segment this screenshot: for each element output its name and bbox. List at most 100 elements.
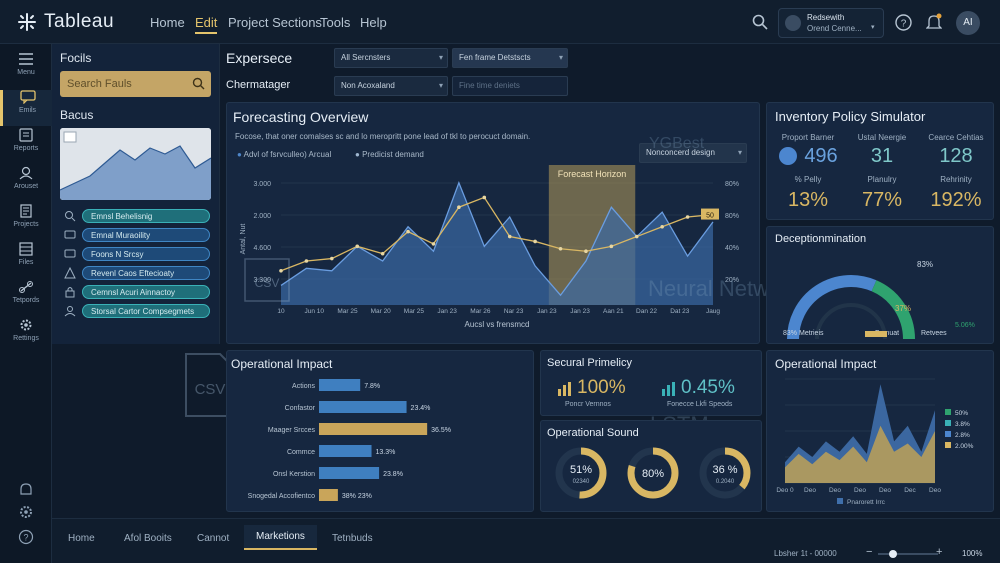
gauge-chart: 83%37%83% Metrieis Fronuat Retvees5.06% [783,260,975,340]
rail-label-menu: Menu [17,69,35,76]
gauge-label: 83% [917,260,933,269]
help-circle-icon[interactable]: ? [18,529,34,545]
rail-reports[interactable]: Reports [0,128,52,164]
rail-arouset[interactable]: Arouset [0,166,52,202]
filter-pill[interactable]: Storsal Cartor Compsegmets [82,304,210,318]
zoom-slider-handle[interactable] [889,550,897,558]
thumbnail-area-chart [60,128,211,200]
dropdown-acoxaland[interactable]: Non Acoxaland ▾ [334,76,448,96]
zoom-out-icon[interactable]: − [866,546,872,558]
predicted-point [279,268,283,273]
chat-icon [64,248,76,260]
notification-icon[interactable] [18,482,34,498]
rail-settings[interactable]: Rettings [0,318,52,354]
nav-home[interactable]: Home [150,15,185,30]
account-line1: Redsewith [807,13,845,22]
predicted-point [406,229,410,234]
filter-pill[interactable]: Emnsl Behelisnig [82,209,210,223]
rail-label-files: Files [18,259,34,266]
impact2-title: Operational Impact [775,357,877,371]
bar [319,379,361,391]
thumbnail-chart[interactable] [60,128,211,200]
nav-help[interactable]: Help [360,15,387,30]
bar [319,467,380,479]
csv-label: CSV [195,381,226,398]
predicted-point [355,244,360,249]
dropdown-deniets[interactable]: Fine time deniets [452,76,568,96]
toolbar-label-2: Chermatager [226,79,291,91]
nav-tools[interactable]: Tools [320,15,350,30]
bell-icon[interactable] [926,13,942,31]
filter-pill[interactable]: Revenl Caos Eftecioaty [82,266,210,280]
sound-panel: Operational Sound 51% 02340 80% 36 % 0.2040 [540,420,762,512]
account-switcher[interactable]: Redsewith Orend Cenne... ▾ [778,8,884,38]
svg-text:?: ? [23,533,28,543]
chevron-down-icon: ▾ [558,53,563,62]
legend-label: 2.8% [955,432,970,439]
settings-icon[interactable] [18,504,34,520]
donut-sub: 02340 [573,479,590,485]
x-tick: Deo 0 [776,487,794,494]
predicted-point [533,239,537,244]
legend-predicted-label: Predicist demand [362,150,424,159]
bar-category: Snogedal Accofientco [248,493,315,500]
y-tick-right: 80% [725,213,739,220]
dropdown-sercnsters[interactable]: All Sercnsters ▾ [334,48,448,68]
primacy-value-2: 0.45% [681,377,735,398]
tab-marketions[interactable]: Marketions [244,525,317,550]
x-tick: Mar 25 [404,308,425,315]
user-avatar[interactable]: AI [956,11,980,35]
nav-edit[interactable]: Edit [195,15,218,34]
y-tick-right: 40% [725,245,739,252]
predicted-point [304,259,309,263]
filter-pill[interactable]: Emnal Muraoility [82,228,210,242]
legend-dot: ● [355,150,363,159]
zoom-slider[interactable] [878,550,938,558]
chevron-down-icon: ▾ [438,81,443,90]
forecasting-panel: Forecasting Overview Focose, that oner c… [226,102,760,344]
kpi-label: Planulry [867,175,897,184]
search-icon[interactable] [752,14,768,30]
rail-tetpords[interactable]: Tetpords [0,280,52,316]
tab-home[interactable]: Home [68,533,95,544]
y-tick-left: 3.000 [253,181,271,188]
gauge-label: 83% [783,330,797,337]
x-tick: Jaug [706,308,720,315]
x-tick: Jan 23 [570,308,590,315]
x-tick: Deo [829,487,841,494]
tab-cannot[interactable]: Cannot [197,533,229,544]
tab-tetnbuds[interactable]: Tetnbuds [332,533,373,544]
left-rail: Menu Emils Reports Arouset Projects File… [0,44,52,563]
legend-swatch [945,420,951,426]
gauge-label: Retvees [921,330,947,337]
chevron-down-icon: ▾ [438,53,443,62]
footer-swatch [837,498,843,504]
nav-project-sections[interactable]: Project Sections [228,15,322,30]
x-tick: Jan 23 [537,308,557,315]
donut-value: 80% [642,468,664,480]
chart-bars-icon [558,382,571,396]
rail-emils[interactable]: Emils [0,90,52,126]
x-tick: Jun 10 [304,308,324,315]
rail-menu[interactable]: Menu [0,52,52,88]
tab-afol-booits[interactable]: Afol Booits [124,533,172,544]
kpi-label: Proport Barner [781,133,835,142]
kpi-value: 13% [787,189,829,211]
help-icon[interactable]: ? [895,14,912,31]
zoom-in-icon[interactable]: + [936,546,942,558]
filter-pill[interactable]: Cemnsl Acuri Ainnactoy [82,285,210,299]
filter-pill[interactable]: Foons N Srcsy [82,247,210,261]
x-tick: Dan 22 [636,308,657,315]
y-axis-label: Antal, Nut [240,224,247,255]
filter-search-input[interactable]: Search Fauls [60,71,211,97]
account-avatar [785,15,801,31]
primacy-panel: Secural Primelicy 100% Poncr Vernnos 0.4… [540,350,762,416]
bar-category: Commce [287,449,315,456]
predicted-point [584,249,588,254]
bar-label: 23.4% [411,405,431,412]
legend-label: 3.8% [955,421,970,428]
rail-files[interactable]: Files [0,242,52,278]
dropdown-detstscts[interactable]: Fen frame Detstscts ▾ [452,48,568,68]
rail-projects[interactable]: Projects [0,204,52,240]
chat-icon [64,229,76,241]
